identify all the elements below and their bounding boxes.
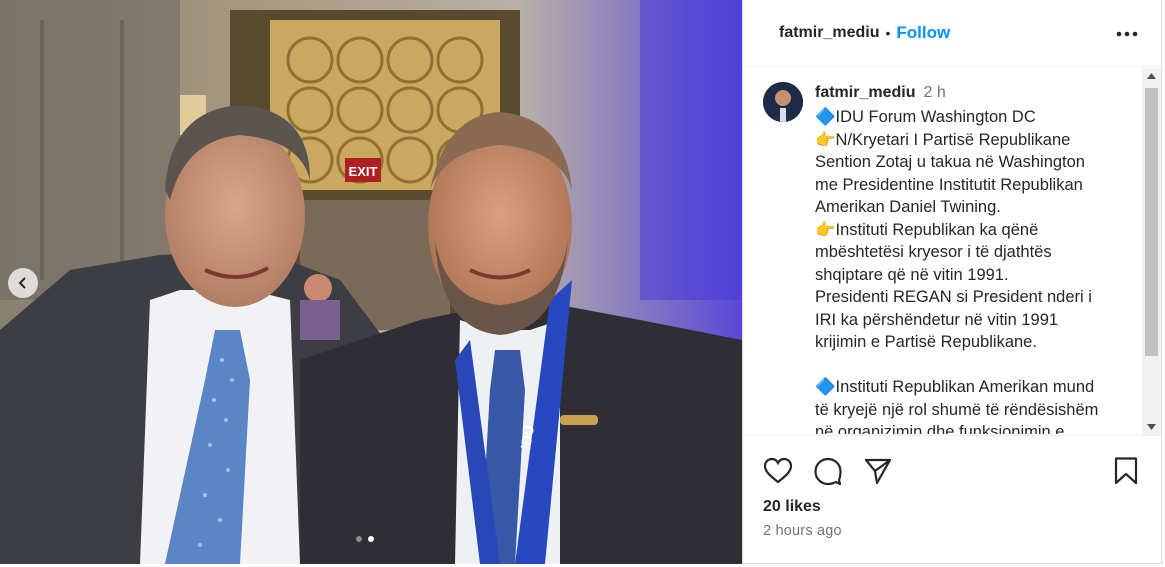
more-options-button[interactable] [1115, 22, 1139, 46]
caption-line: Amerikan Daniel Twining. [815, 198, 1001, 216]
scroll-up-arrow[interactable] [1142, 68, 1161, 84]
caption-line: IRI ka përshëndetur në vitin 1991 [815, 310, 1059, 329]
chevron-left-icon [18, 277, 26, 289]
caption-text: 🔷IDU Forum Washington DC 👉N/Kryetari I Pa… [815, 106, 1135, 434]
caption-line: krijimin e Partisë Republikane. [815, 333, 1037, 351]
post-timestamp[interactable]: 2 hours ago [763, 523, 842, 539]
likes-count[interactable]: 20 likes [763, 498, 821, 516]
caption-username[interactable]: fatmir_mediu [815, 84, 915, 101]
caption-line: në organizimin dhe funksionimin e [815, 423, 1065, 434]
carousel-dot [356, 536, 362, 542]
caption-line: 🔷Instituti Republikan Amerikan mund [815, 378, 1095, 396]
comment-icon [814, 457, 842, 486]
carousel-indicator [356, 536, 374, 542]
header-username[interactable]: fatmir_mediu [779, 24, 879, 42]
send-icon [864, 458, 892, 485]
caption-line: Sention Zotaj u takua në Washington [815, 153, 1085, 171]
caption-line: shqiptare që në vitin 1991. [815, 265, 1009, 284]
follow-button[interactable]: Follow [896, 23, 950, 43]
more-horizontal-icon [1116, 31, 1138, 37]
caption-line: 👉N/Kryetari I Partisë Republikane [815, 130, 1071, 149]
share-button[interactable] [863, 456, 893, 486]
like-button[interactable] [763, 456, 793, 486]
caption-line: të kryejë një rol shumë të rëndësishëm [815, 400, 1099, 419]
triangle-up-icon [1147, 73, 1156, 79]
heart-icon [763, 457, 793, 484]
scrollbar-thumb[interactable] [1145, 88, 1158, 356]
save-button[interactable] [1111, 456, 1141, 486]
caption-time: 2 h [923, 84, 946, 101]
selfie-image: EXIT IDU [0, 0, 742, 564]
post-actions: 20 likes 2 hours ago [743, 435, 1161, 563]
caption-line: 👉Instituti Republikan ka qënë [815, 220, 1039, 239]
caption-line [815, 354, 1135, 377]
avatar[interactable] [763, 82, 803, 122]
triangle-down-icon [1147, 424, 1156, 430]
caption-line: Presidenti REGAN si President nderi i [815, 288, 1092, 306]
carousel-dot-active [368, 536, 374, 542]
caption-line: 🔷IDU Forum Washington DC [815, 108, 1036, 126]
post-photo[interactable]: EXIT IDU [0, 0, 742, 564]
comment-button[interactable] [813, 456, 843, 486]
caption-header: fatmir_mediu 2 h [815, 84, 946, 102]
bookmark-icon [1114, 457, 1138, 485]
caption-line: mbështetësi kryesor i të djathtës [815, 243, 1052, 261]
header-separator: • [885, 25, 891, 41]
post-side-panel: fatmir_mediu • Follow fatmir_mediu 2 h 🔷I… [742, 0, 1162, 564]
scroll-down-arrow[interactable] [1142, 419, 1161, 435]
carousel-prev-button[interactable] [8, 268, 38, 298]
caption-line: me Presidentine Institutit Republikan [815, 175, 1083, 194]
comments-scrollbar[interactable] [1142, 68, 1161, 435]
comments-area[interactable]: fatmir_mediu 2 h 🔷IDU Forum Washington DC… [743, 68, 1141, 434]
avatar-image [763, 82, 803, 122]
post-header: fatmir_mediu • Follow [743, 0, 1161, 67]
exit-sign-text: EXIT [349, 164, 378, 179]
